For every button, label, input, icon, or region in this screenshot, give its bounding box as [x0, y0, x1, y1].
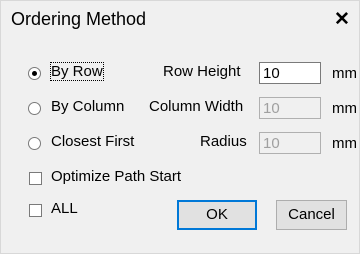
close-icon[interactable]: ✕: [327, 7, 357, 33]
row-height-input[interactable]: [259, 62, 321, 84]
column-width-input[interactable]: [259, 97, 321, 119]
radio-closest-first-label[interactable]: Closest First: [51, 133, 134, 150]
window-title: Ordering Method: [11, 9, 147, 29]
radio-selected-dot: [32, 71, 37, 76]
radius-input[interactable]: [259, 132, 321, 154]
optimize-path-start-label[interactable]: Optimize Path Start: [51, 168, 181, 185]
radio-closest-first[interactable]: [28, 137, 41, 150]
all-label[interactable]: ALL: [51, 200, 78, 217]
row-height-label: Row Height: [163, 63, 241, 80]
radius-label: Radius: [200, 133, 247, 150]
cancel-button[interactable]: Cancel: [276, 200, 347, 230]
ordering-method-dialog: Ordering Method ✕ By Row Row Height mm B…: [0, 0, 360, 254]
all-checkbox[interactable]: [29, 204, 42, 217]
optimize-path-start-checkbox[interactable]: [29, 172, 42, 185]
radius-unit: mm: [332, 135, 357, 152]
radio-by-row-label[interactable]: By Row: [50, 62, 104, 81]
radio-by-column-label[interactable]: By Column: [51, 98, 124, 115]
column-width-label: Column Width: [149, 98, 244, 115]
radio-by-row[interactable]: [28, 67, 41, 80]
radio-by-column[interactable]: [28, 102, 41, 115]
ok-button[interactable]: OK: [177, 200, 257, 230]
column-width-unit: mm: [332, 100, 357, 117]
row-height-unit: mm: [332, 65, 357, 82]
title-bar: Ordering Method ✕: [1, 1, 359, 39]
